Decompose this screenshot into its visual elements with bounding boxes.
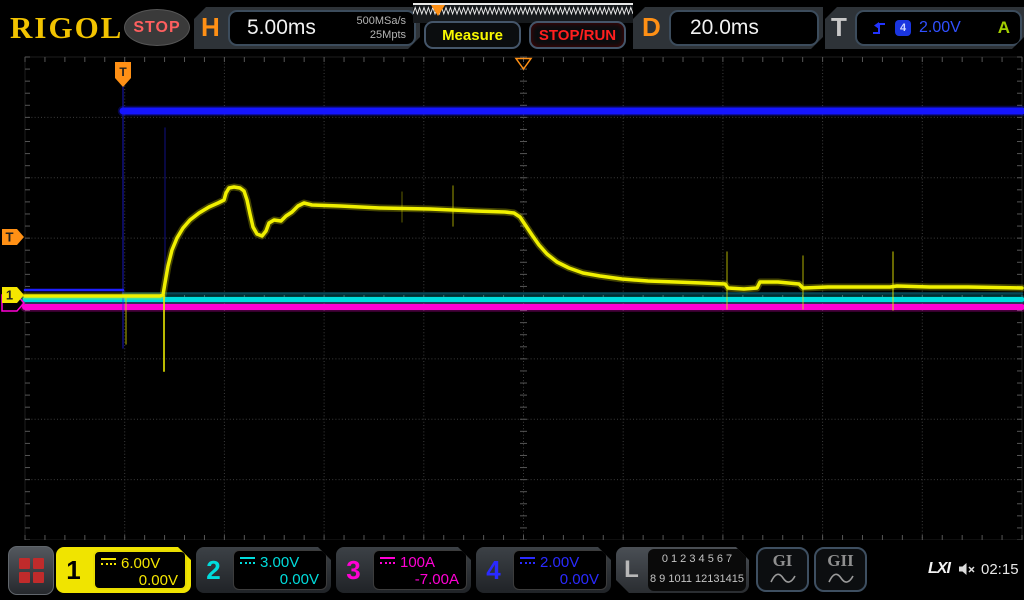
channel-3-number: 3 xyxy=(336,547,371,593)
generator-1-label: GI xyxy=(773,551,793,570)
horizontal-label: H xyxy=(201,12,220,43)
oscilloscope-screen: TT1 RIGOL STOP H 5.00ms 500MSa/s 25Mpts … xyxy=(0,0,1024,600)
ch1-trace xyxy=(25,187,1022,296)
lxi-indicator: LXI xyxy=(928,560,950,578)
menu-grid-icon xyxy=(19,558,44,583)
logic-channels-widget[interactable]: L 0 1 2 3 4 5 6 7 8 9 1011 12131415 xyxy=(616,547,749,593)
waveform-display: T T 1 xyxy=(0,0,1024,600)
memory-depth: 25Mpts xyxy=(356,28,406,42)
channel-4-widget[interactable]: 4 2.00V 0.00V xyxy=(476,547,611,593)
svg-text:1: 1 xyxy=(6,288,13,303)
channel-2-number: 2 xyxy=(196,547,231,593)
bottom-bar: 1 6.00V 0.00V 2 3.00V 0.00V 3 100A -7.00… xyxy=(0,540,1024,600)
channel-1-widget[interactable]: 1 6.00V 0.00V xyxy=(56,547,191,593)
dc-coupling-icon xyxy=(240,557,255,568)
channel-3-scale: 100A xyxy=(400,554,435,571)
speaker-muted-icon xyxy=(957,561,977,577)
trigger-panel[interactable]: T 4 2.00V A xyxy=(825,7,1024,49)
channel-1-scale: 6.00V xyxy=(121,555,160,572)
stop-run-button[interactable]: STOP/RUN xyxy=(529,21,626,49)
trigger-level-value: 2.00V xyxy=(919,19,961,37)
run-state-badge: STOP xyxy=(124,9,190,46)
generator-2-label: GII xyxy=(827,551,853,570)
channel-3-widget[interactable]: 3 100A -7.00A xyxy=(336,547,471,593)
horizontal-panel[interactable]: H 5.00ms 500MSa/s 25Mpts xyxy=(194,7,420,49)
generator-2-button[interactable]: GII xyxy=(814,547,867,592)
logic-row-8-15: 8 9 1011 12131415 xyxy=(648,569,746,589)
channel-1-offset: 0.00V xyxy=(101,572,178,590)
rigol-logo: RIGOL xyxy=(10,10,123,46)
clock: 02:15 xyxy=(981,561,1019,578)
channel-4-scale: 2.00V xyxy=(540,554,579,571)
channel-2-widget[interactable]: 2 3.00V 0.00V xyxy=(196,547,331,593)
measure-button[interactable]: Measure xyxy=(424,21,521,49)
channel-3-offset: -7.00A xyxy=(380,571,459,589)
memory-position-bar xyxy=(413,3,633,23)
trigger-source-badge: 4 xyxy=(895,20,911,36)
trigger-mode: A xyxy=(998,18,1010,38)
delay-panel[interactable]: D 20.0ms xyxy=(633,7,823,49)
memory-trigger-marker xyxy=(431,5,445,16)
channel-2-scale: 3.00V xyxy=(260,554,299,571)
sample-rate: 500MSa/s xyxy=(356,14,406,28)
edge-trigger-icon xyxy=(871,20,887,36)
dc-coupling-icon xyxy=(101,558,116,569)
dc-coupling-icon xyxy=(520,557,535,568)
channel-1-number: 1 xyxy=(56,547,91,593)
sine-wave-icon xyxy=(828,572,854,585)
svg-text:T: T xyxy=(6,230,14,245)
memory-waveform-icon xyxy=(413,5,633,21)
menu-button[interactable] xyxy=(8,546,54,595)
dc-coupling-icon xyxy=(380,557,395,568)
trigger-label: T xyxy=(831,12,847,43)
delay-value: 20.0ms xyxy=(690,16,759,40)
channel-4-offset: 0.00V xyxy=(520,571,599,589)
sine-wave-icon xyxy=(770,572,796,585)
timebase-value: 5.00ms xyxy=(247,16,316,40)
delay-label: D xyxy=(642,12,661,43)
logic-row-0-7: 0 1 2 3 4 5 6 7 xyxy=(648,549,746,569)
logic-label: L xyxy=(616,547,647,593)
channel-4-number: 4 xyxy=(476,547,511,593)
channel-2-offset: 0.00V xyxy=(240,571,319,589)
svg-text:T: T xyxy=(119,65,127,79)
generator-1-button[interactable]: GI xyxy=(756,547,809,592)
